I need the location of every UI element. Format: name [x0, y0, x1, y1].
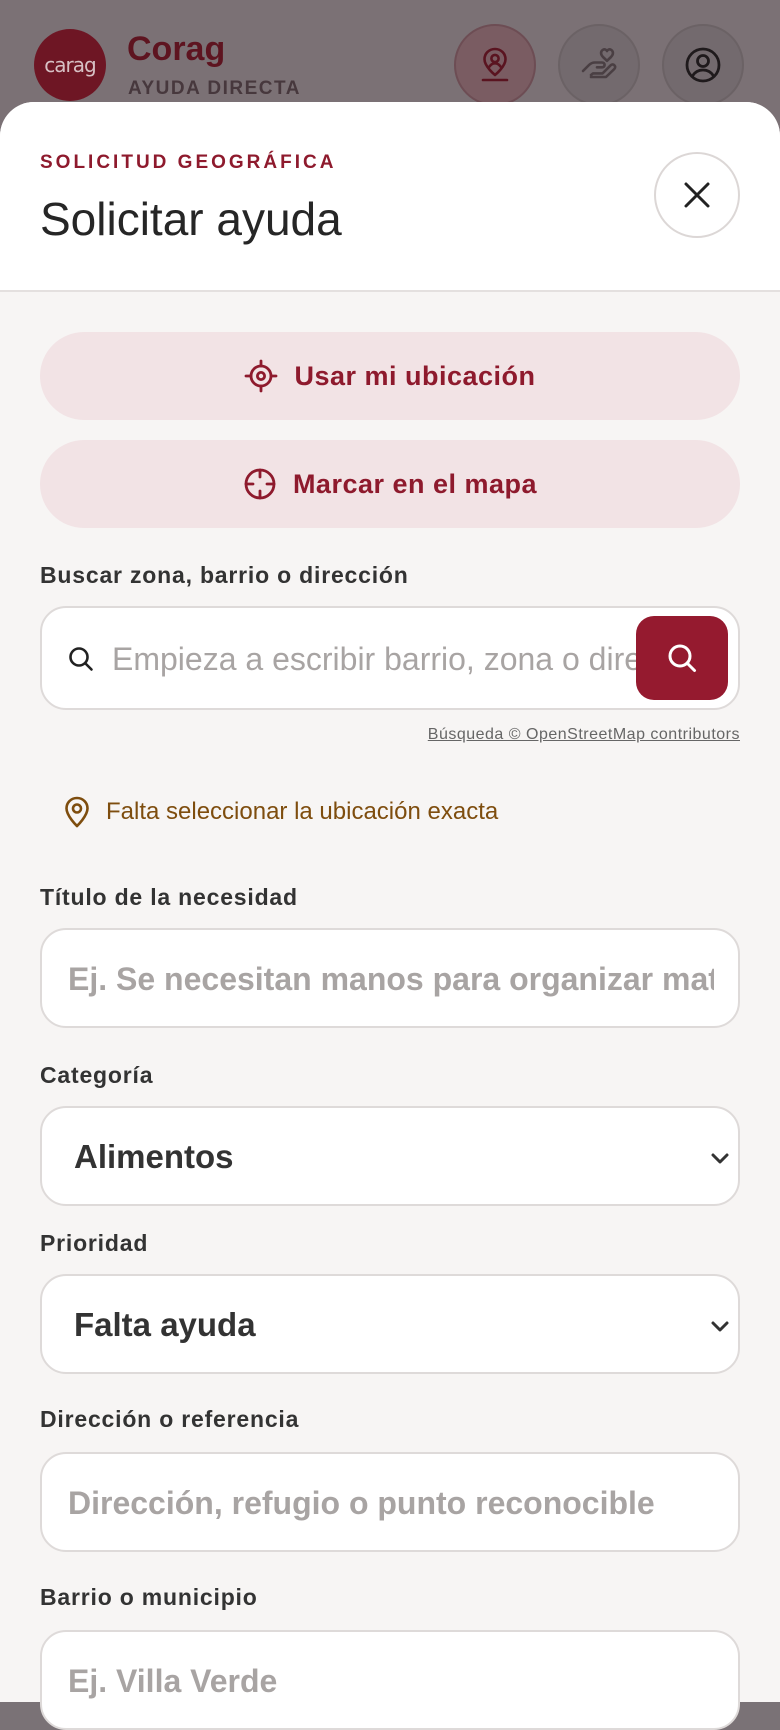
priority-selected-value: Falta ayuda [74, 1306, 256, 1343]
sheet-title: Solicitar ayuda [40, 193, 342, 245]
map-pin-icon [65, 796, 89, 828]
municipality-input[interactable] [66, 1652, 716, 1710]
helping-hand-icon [581, 48, 617, 79]
priority-label: Prioridad [40, 1230, 149, 1256]
profile-nav-button[interactable] [662, 24, 744, 106]
search-label: Buscar zona, barrio o dirección [40, 562, 409, 588]
close-button[interactable] [654, 152, 740, 238]
address-field [40, 1452, 740, 1552]
use-my-location-label: Usar mi ubicación [294, 360, 536, 391]
category-selected-value: Alimentos [74, 1138, 234, 1175]
brand-subtitle: AYUDA DIRECTA [128, 78, 301, 99]
mark-on-map-button[interactable]: Marcar en el mapa [40, 440, 740, 528]
chevron-down-icon [711, 1153, 729, 1164]
brand-name: Corag [127, 30, 226, 68]
mark-on-map-label: Marcar en el mapa [292, 468, 538, 499]
search-submit-button[interactable] [636, 616, 728, 700]
municipality-field [40, 1630, 740, 1730]
crosshair-target-icon [245, 359, 278, 393]
address-label: Dirección o referencia [40, 1406, 300, 1432]
category-select[interactable]: Alimentos [40, 1106, 740, 1206]
logo-text: carag [44, 53, 96, 77]
need-title-label: Título de la necesidad [40, 884, 298, 910]
close-icon [684, 182, 710, 208]
user-circle-icon [685, 47, 721, 83]
help-nav-button[interactable] [558, 24, 640, 106]
search-box [40, 606, 740, 710]
sheet-header: SOLICITUD GEOGRÁFICA Solicitar ayuda [0, 102, 780, 292]
location-warning: Falta seleccionar la ubicación exacta [62, 796, 498, 828]
map-nav-button[interactable] [454, 24, 536, 106]
map-crosshair-icon [244, 468, 276, 500]
priority-select[interactable]: Falta ayuda [40, 1274, 740, 1374]
need-title-input[interactable] [66, 950, 716, 1008]
need-title-field [40, 928, 740, 1028]
search-attribution-link[interactable]: Búsqueda © OpenStreetMap contributors [428, 726, 740, 744]
app-logo[interactable]: carag [34, 29, 106, 101]
map-pin-person-icon [481, 47, 509, 82]
search-icon [69, 647, 93, 671]
use-my-location-button[interactable]: Usar mi ubicación [40, 332, 740, 420]
sheet-eyebrow: SOLICITUD GEOGRÁFICA [40, 152, 337, 173]
category-label: Categoría [40, 1062, 154, 1088]
chevron-down-icon [711, 1321, 729, 1332]
location-warning-text: Falta seleccionar la ubicación exacta [106, 798, 499, 825]
address-input[interactable] [66, 1474, 716, 1532]
search-icon [668, 644, 696, 672]
search-input[interactable] [110, 630, 666, 688]
municipality-label: Barrio o municipio [40, 1584, 258, 1610]
